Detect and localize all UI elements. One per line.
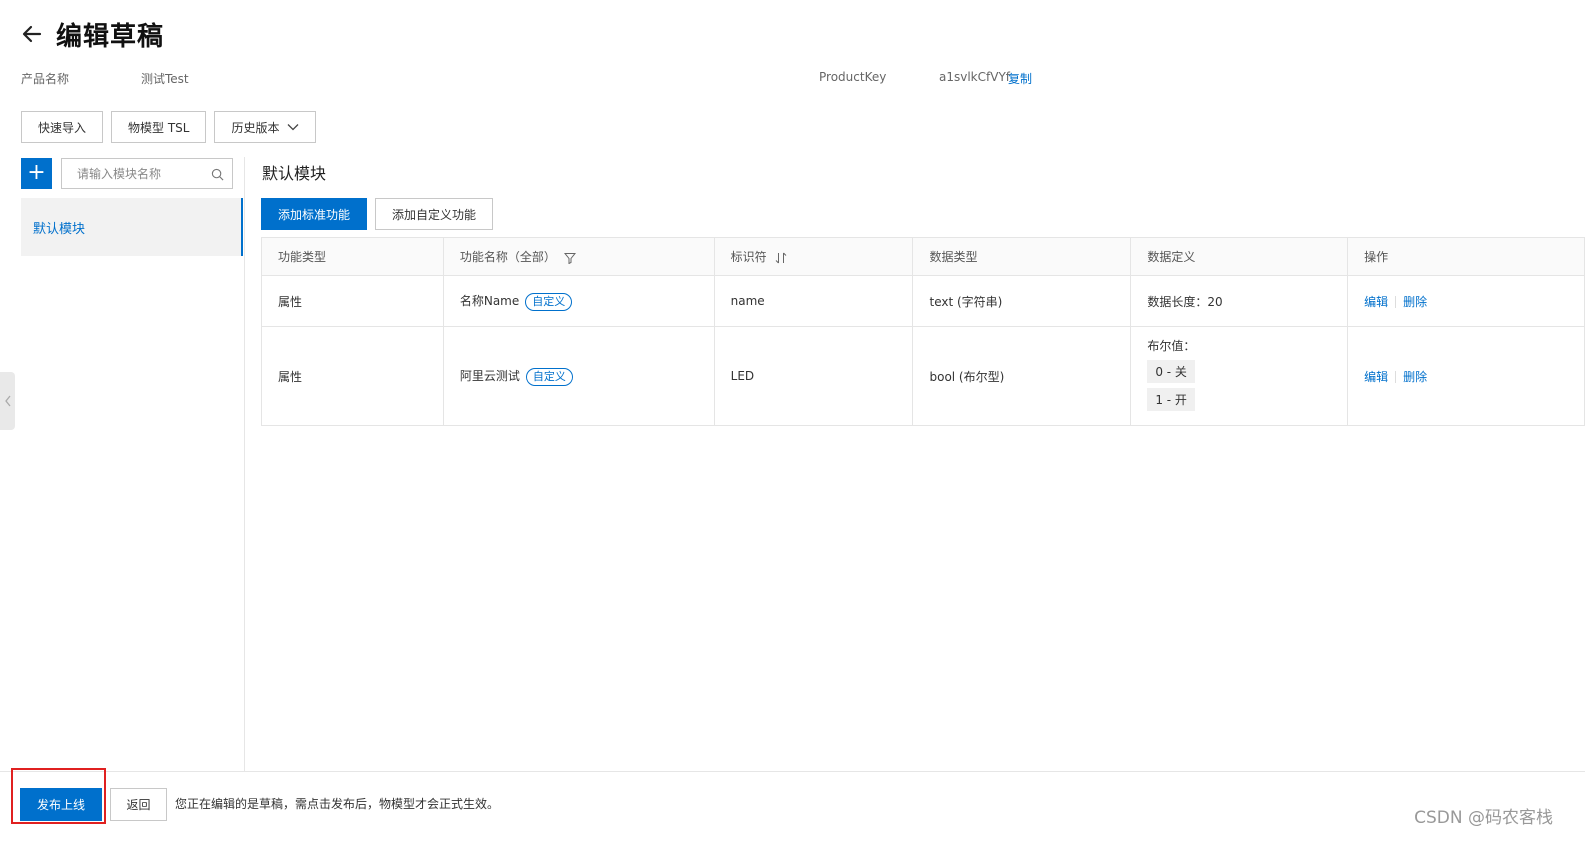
history-version-dropdown[interactable]: 历史版本 xyxy=(214,111,317,143)
add-custom-function-button[interactable]: 添加自定义功能 xyxy=(375,198,494,230)
draft-notice: 您正在编辑的是草稿，需点击发布后，物模型才会正式生效。 xyxy=(175,797,500,811)
sidebar-divider xyxy=(244,157,245,772)
column-header-label: 数据类型 xyxy=(929,250,978,264)
enum-value: 1 - 开 xyxy=(1147,387,1195,411)
back-arrow-icon[interactable] xyxy=(20,22,44,46)
cell-identifier: LED xyxy=(713,326,914,426)
add-standard-function-button[interactable]: 添加标准功能 xyxy=(261,198,368,230)
cell-identifier: name xyxy=(713,275,914,327)
function-name: 阿里云测试 xyxy=(459,368,520,383)
publish-button[interactable]: 发布上线 xyxy=(20,788,102,821)
column-header-type: 功能类型 xyxy=(261,237,444,276)
cell-operations: 编辑 删除 xyxy=(1347,326,1585,426)
cell-name: 名称Name 自定义 xyxy=(442,275,715,327)
toolbar: 快速导入 物模型 TSL 历史版本 xyxy=(21,111,317,143)
chevron-left-icon xyxy=(4,395,11,407)
cell-type: 属性 xyxy=(261,326,444,426)
filter-icon[interactable] xyxy=(563,252,576,264)
module-actions: 添加标准功能 添加自定义功能 xyxy=(261,198,494,230)
product-name-label: 产品名称 xyxy=(21,72,70,86)
column-header-operations: 操作 xyxy=(1347,237,1585,276)
module-sidebar: + 默认模块 xyxy=(21,157,245,772)
function-name: 名称Name xyxy=(459,293,520,308)
watermark: CSDN @码农客栈 xyxy=(1414,808,1553,828)
search-icon[interactable] xyxy=(211,168,224,181)
quick-import-button[interactable]: 快速导入 xyxy=(21,111,104,143)
op-divider xyxy=(1395,371,1397,383)
copy-link[interactable]: 复制 xyxy=(1008,70,1032,87)
delete-link[interactable]: 删除 xyxy=(1403,370,1427,384)
footer-divider xyxy=(0,771,1585,772)
table-header-row: 功能类型 功能名称（全部） 标识符 数据类型 数据定义 操作 xyxy=(261,237,1585,276)
table-row: 属性 阿里云测试 自定义 LED bool (布尔型) 布尔值： 0 - 关 1 … xyxy=(261,326,1585,426)
table-row: 属性 名称Name 自定义 name text (字符串) 数据长度：20 编辑 删… xyxy=(261,275,1585,327)
column-header-label: 标识符 xyxy=(730,250,767,264)
bool-label: 布尔值： xyxy=(1147,338,1196,353)
delete-link[interactable]: 删除 xyxy=(1403,295,1427,309)
function-table: 功能类型 功能名称（全部） 标识符 数据类型 数据定义 操作 属性 名称Name… xyxy=(261,237,1585,426)
column-header-definition: 数据定义 xyxy=(1130,237,1349,276)
add-module-button[interactable]: + xyxy=(21,158,52,189)
column-header-label: 功能名称（全部） xyxy=(459,250,556,264)
cell-definition: 数据长度：20 xyxy=(1130,275,1349,327)
column-header-data-type: 数据类型 xyxy=(912,237,1132,276)
return-button[interactable]: 返回 xyxy=(110,788,167,821)
cell-type: 属性 xyxy=(261,275,444,327)
custom-tag: 自定义 xyxy=(525,292,573,311)
cell-data-type: text (字符串) xyxy=(912,275,1132,327)
product-key-label: ProductKey xyxy=(819,70,887,84)
chevron-down-icon xyxy=(288,124,299,131)
sort-icon[interactable] xyxy=(775,252,787,264)
column-header-label: 功能类型 xyxy=(278,250,327,264)
edit-link[interactable]: 编辑 xyxy=(1364,295,1388,309)
column-header-name: 功能名称（全部） xyxy=(442,237,715,276)
column-header-label: 操作 xyxy=(1364,250,1389,264)
cell-data-type: bool (布尔型) xyxy=(912,326,1132,426)
history-version-label: 历史版本 xyxy=(231,120,280,135)
tsl-button[interactable]: 物模型 TSL xyxy=(111,111,207,143)
module-search xyxy=(61,158,233,189)
cell-definition: 布尔值： 0 - 关 1 - 开 xyxy=(1130,326,1349,426)
edit-link[interactable]: 编辑 xyxy=(1364,370,1388,384)
page-header: 编辑草稿 xyxy=(20,14,164,54)
enum-value: 0 - 关 xyxy=(1147,359,1195,383)
column-header-label: 数据定义 xyxy=(1147,250,1196,264)
sidebar-item-default-module[interactable]: 默认模块 xyxy=(21,198,243,256)
column-header-identifier: 标识符 xyxy=(713,237,914,276)
page-title: 编辑草稿 xyxy=(56,21,165,52)
collapse-panel-tab[interactable] xyxy=(0,372,15,430)
op-divider xyxy=(1395,296,1397,308)
product-key-value: a1svlkCfVYf xyxy=(939,70,1010,84)
cell-operations: 编辑 删除 xyxy=(1347,275,1585,327)
custom-tag: 自定义 xyxy=(525,367,573,386)
module-search-input[interactable] xyxy=(77,166,197,181)
module-title: 默认模块 xyxy=(262,164,327,183)
cell-name: 阿里云测试 自定义 xyxy=(442,326,715,426)
product-name-value: 测试Test xyxy=(141,72,189,86)
